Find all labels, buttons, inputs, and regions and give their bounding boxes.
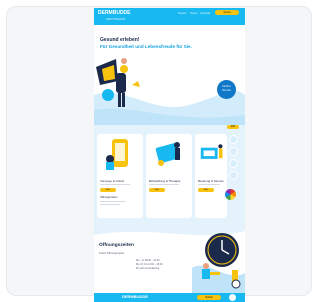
site-logo-subtitle: ARZTPRAXIS [106,17,125,21]
hours-title: Öffnungszeiten [99,243,134,248]
service-card-1-label: Vorsorge & Check [100,179,125,183]
hours-row-2: Mo, Di, Do 14:00 – 18:00 [136,263,163,266]
hero-title: Gesund erleben! [100,37,140,43]
service-card-1-note: Öffnungszeiten [100,196,118,199]
footer-cta-button[interactable]: Termin [197,295,221,300]
service-card-2-label: Behandlung & Therapie [149,179,181,183]
service-card-2-button[interactable]: Mehr [149,188,165,192]
hours-subtitle: Praxis Öffnungszeiten [99,252,125,255]
site-logo[interactable]: DERMBUDDE [98,10,131,16]
card-2-divider [149,184,179,185]
nav-link-kontakt[interactable]: Kontakt [200,11,210,15]
service-card-3-label: Beratung & Service [198,179,224,183]
scroll-top-icon[interactable] [229,294,236,301]
service-card-3[interactable]: Beratung & Service Mehr [195,134,227,218]
header-cta-button[interactable]: Termin [215,10,239,15]
badge-line-2: Termin [221,87,231,92]
clock-illustration [192,233,245,293]
card-1-text-line [100,201,126,202]
clock-contact-icon[interactable] [229,171,238,180]
nav-link-praxis[interactable]: Praxis [178,11,186,15]
card-3-divider [198,184,220,185]
hero-section: Gesund erleben! Für Gesundheit und Leben… [94,25,245,127]
card-illustration [155,142,181,166]
website-preview: DERMBUDDE ARZTPRAXIS Praxis Team Kontakt… [94,8,245,302]
phone-contact-icon[interactable] [229,135,238,144]
nav-link-team[interactable]: Team [190,11,197,15]
hours-section: Öffnungszeiten Praxis Öffnungszeiten Mo … [94,223,245,293]
services-section: Info Vorsorge & Check Mehr Öffnungszeite… [94,125,245,223]
side-tag[interactable]: Info [227,125,239,129]
footer-logo[interactable]: DERMBUDDE [122,294,148,299]
hours-row-3: Mi nach Vereinbarung [136,267,160,270]
hours-row-1: Mo – Fr 08:00 – 12:00 [136,259,160,262]
site-footer: DERMBUDDE Termin [94,293,245,302]
phone-illustration [106,139,128,170]
rainbow-badge-icon [225,189,236,200]
laptop-illustration [200,144,223,159]
service-card-3-button[interactable]: Mehr [198,188,214,192]
site-header: DERMBUDDE ARZTPRAXIS Praxis Team Kontakt… [94,8,245,25]
hero-subtitle: Für Gesundheit und Lebensfreude für Sie. [100,44,192,49]
card-1-text-line-2 [100,204,120,205]
service-card-1-button[interactable]: Mehr [100,188,116,192]
service-card-1[interactable]: Vorsorge & Check Mehr Öffnungszeiten [97,134,143,218]
service-card-2[interactable]: Behandlung & Therapie Mehr [146,134,192,218]
card-1-divider [100,184,130,185]
online-booking-badge[interactable]: Online Termin [217,80,236,99]
location-contact-icon[interactable] [229,159,238,168]
mail-contact-icon[interactable] [229,147,238,156]
